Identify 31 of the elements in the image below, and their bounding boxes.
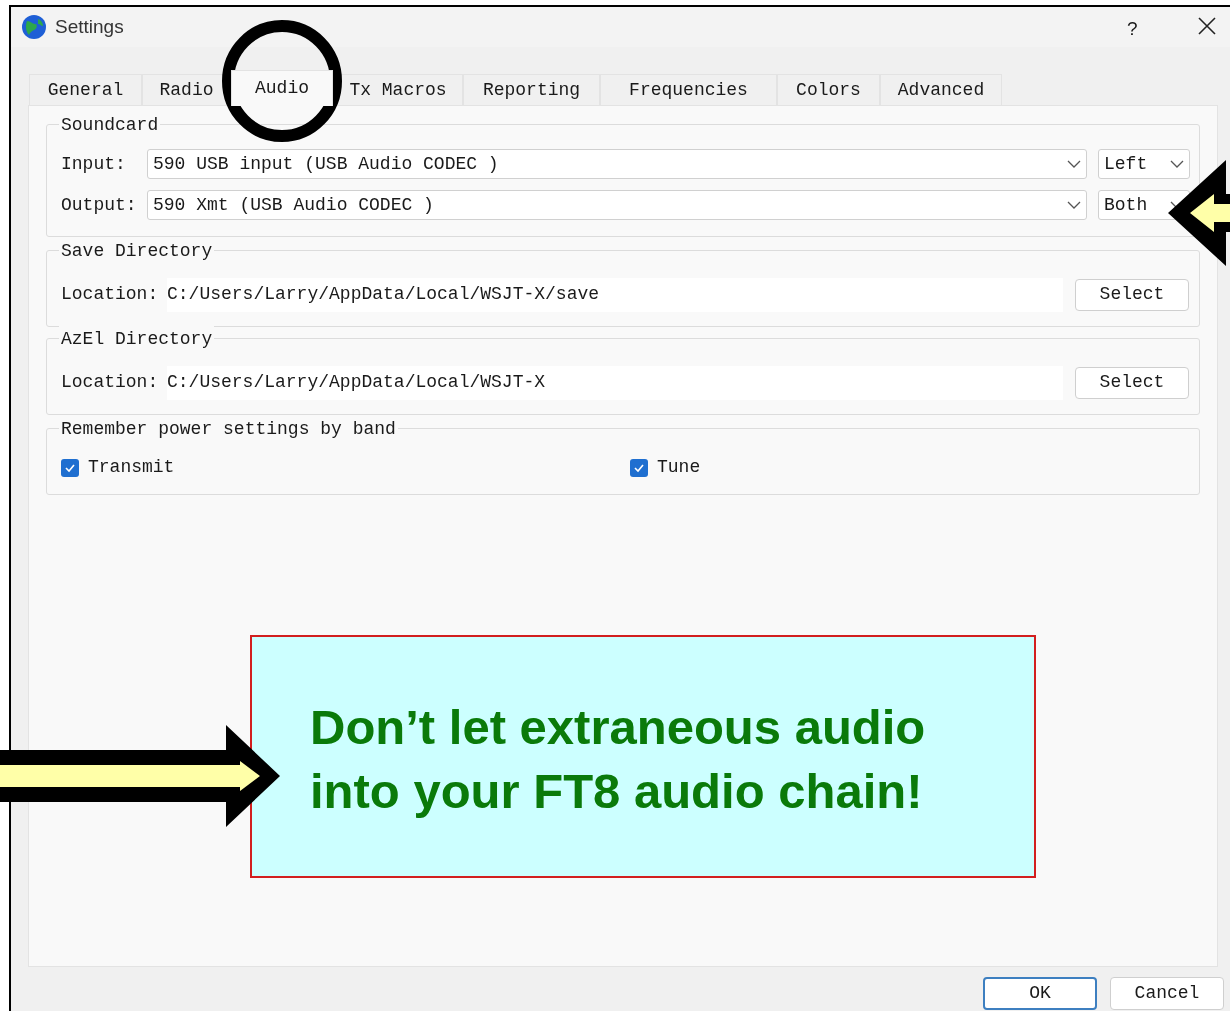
select-button[interactable]: Select (1075, 278, 1189, 311)
channel-dropdown[interactable]: Left (1098, 149, 1190, 179)
cancel-button[interactable]: Cancel (1110, 977, 1224, 1010)
tab[interactable]: Reporting (463, 74, 600, 105)
window-title: Settings (55, 14, 124, 39)
tab[interactable]: Frequencies (600, 74, 777, 105)
field-label: Input: (61, 152, 127, 176)
caret-icon (1067, 201, 1081, 209)
field-label: Output: (61, 193, 138, 217)
tab[interactable]: General (29, 74, 142, 105)
device-dropdown[interactable]: 590 Xmt (USB Audio CODEC ) (147, 190, 1087, 220)
globe-icon (21, 14, 47, 40)
caret-icon (1067, 160, 1081, 168)
path-field[interactable]: C:/Users/Larry/AppData/Local/WSJT-X/save (167, 277, 1063, 312)
path-field[interactable]: C:/Users/Larry/AppData/Local/WSJT-X (167, 365, 1063, 400)
help-button[interactable]: ? (1127, 15, 1138, 44)
callout-text: Don’t let extraneous audio into your FT8 audio chain! (310, 699, 927, 820)
select-button[interactable]: Select (1075, 366, 1189, 399)
checkbox-label: Transmit (88, 456, 175, 479)
field-label: Location: (61, 371, 160, 394)
close-icon[interactable] (1198, 17, 1216, 35)
tab[interactable]: Colors (777, 74, 880, 105)
checkbox[interactable] (61, 458, 79, 477)
ok-button[interactable]: OK (983, 977, 1097, 1010)
tab[interactable]: Audio (231, 70, 333, 106)
caret-icon (1170, 160, 1184, 168)
device-dropdown[interactable]: 590 USB input (USB Audio CODEC ) (147, 149, 1087, 179)
field-label: Location: (61, 283, 160, 306)
tab[interactable]: Advanced (880, 74, 1002, 105)
checkbox-label: Tune (657, 456, 701, 479)
checkbox[interactable] (630, 458, 648, 477)
